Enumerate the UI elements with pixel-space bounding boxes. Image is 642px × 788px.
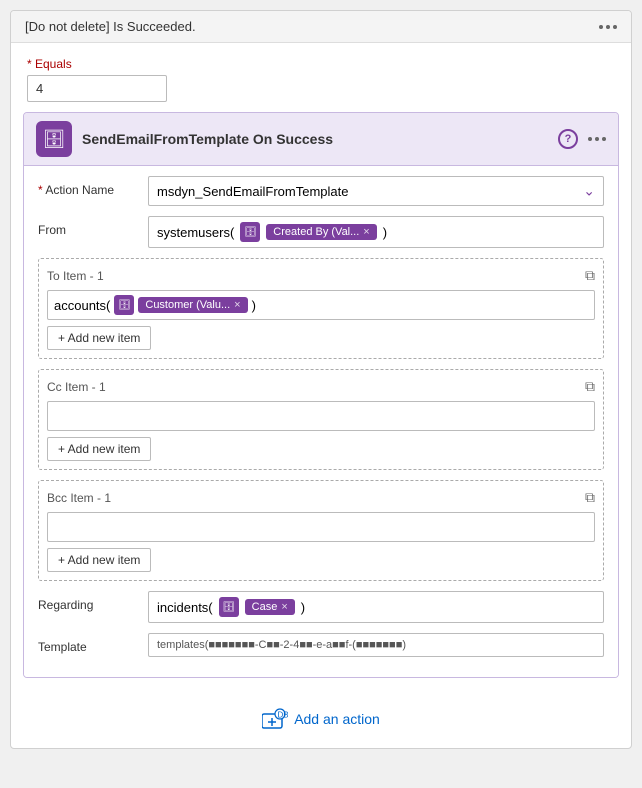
- equals-section: * Equals: [11, 43, 631, 112]
- help-label: ?: [565, 133, 572, 145]
- regarding-row: Regarding incidents( 🗄 Case × ): [38, 591, 604, 623]
- regarding-tag-label: Case: [252, 601, 278, 613]
- action-more-options[interactable]: [588, 137, 606, 141]
- add-action-icon-wrapper: DB: [262, 708, 288, 730]
- to-tag: Customer (Valu... ×: [138, 297, 247, 313]
- header-more-options[interactable]: [599, 25, 617, 29]
- to-item-section: To Item - 1 ⧉ accounts( 🗄 Customer (Valu…: [38, 258, 604, 359]
- header-title: [Do not delete] Is Succeeded.: [25, 19, 196, 34]
- bcc-item-section: Bcc Item - 1 ⧉ + Add new item: [38, 480, 604, 581]
- regarding-tag: Case ×: [245, 599, 295, 615]
- to-add-new-item-button[interactable]: + Add new item: [47, 326, 151, 350]
- to-item-label: To Item - 1: [47, 269, 104, 283]
- svg-text:DB: DB: [278, 711, 289, 720]
- cc-item-input[interactable]: [47, 401, 595, 431]
- to-tag-close[interactable]: ×: [234, 299, 240, 311]
- action-name-dropdown-arrow[interactable]: ⌄: [583, 183, 595, 200]
- to-item-input[interactable]: accounts( 🗄 Customer (Valu... × ): [47, 290, 595, 320]
- template-value: templates(■■■■■■■-C■■-2-4■■-e-a■■f-(■■■■…: [157, 639, 406, 651]
- to-suffix: ): [252, 298, 256, 313]
- cc-copy-icon[interactable]: ⧉: [585, 378, 595, 395]
- bcc-copy-icon[interactable]: ⧉: [585, 489, 595, 506]
- action-body: * Action Name msdyn_SendEmailFromTemplat…: [24, 166, 618, 677]
- to-copy-icon[interactable]: ⧉: [585, 267, 595, 284]
- template-row: Template templates(■■■■■■■-C■■-2-4■■-e-a…: [38, 633, 604, 657]
- action-name-value: msdyn_SendEmailFromTemplate: [157, 184, 348, 199]
- action-name-row: * Action Name msdyn_SendEmailFromTemplat…: [38, 176, 604, 206]
- template-label: Template: [38, 633, 138, 654]
- from-tag-label: Created By (Val...: [273, 226, 359, 238]
- action-card-icon: 🗄: [36, 121, 72, 157]
- action-name-label: * Action Name: [38, 176, 138, 197]
- action-header-icons: ?: [558, 129, 606, 149]
- main-card: [Do not delete] Is Succeeded. * Equals 🗄…: [10, 10, 632, 749]
- database-icon: 🗄: [43, 129, 66, 150]
- from-prefix: systemusers(: [157, 225, 234, 240]
- regarding-prefix: incidents(: [157, 600, 213, 615]
- from-label: From: [38, 216, 138, 237]
- from-tag-close[interactable]: ×: [363, 226, 369, 238]
- add-action-footer: DB Add an action: [11, 690, 631, 748]
- regarding-suffix: ): [301, 600, 305, 615]
- regarding-tag-close[interactable]: ×: [281, 601, 287, 613]
- action-card-title: SendEmailFromTemplate On Success: [82, 131, 548, 147]
- to-tag-label: Customer (Valu...: [145, 299, 230, 311]
- action-name-input[interactable]: msdyn_SendEmailFromTemplate ⌄: [148, 176, 604, 206]
- add-action-svg-icon: DB: [262, 708, 288, 730]
- add-action-button[interactable]: DB Add an action: [262, 708, 380, 730]
- from-row: From systemusers( 🗄 Created By (Val... ×…: [38, 216, 604, 248]
- cc-item-section-header: Cc Item - 1 ⧉: [47, 378, 595, 395]
- from-db-icon: 🗄: [240, 222, 260, 242]
- add-action-label: Add an action: [294, 711, 380, 727]
- equals-label: * Equals: [27, 57, 615, 71]
- header-bar: [Do not delete] Is Succeeded.: [11, 11, 631, 43]
- regarding-input[interactable]: incidents( 🗄 Case × ): [148, 591, 604, 623]
- bcc-item-label: Bcc Item - 1: [47, 491, 111, 505]
- regarding-db-icon: 🗄: [219, 597, 239, 617]
- bcc-item-section-header: Bcc Item - 1 ⧉: [47, 489, 595, 506]
- from-input[interactable]: systemusers( 🗄 Created By (Val... × ): [148, 216, 604, 248]
- equals-input[interactable]: [27, 75, 167, 102]
- cc-item-section: Cc Item - 1 ⧉ + Add new item: [38, 369, 604, 470]
- from-suffix: ): [383, 225, 387, 240]
- bcc-add-new-item-button[interactable]: + Add new item: [47, 548, 151, 572]
- action-header: 🗄 SendEmailFromTemplate On Success ?: [24, 113, 618, 166]
- template-input[interactable]: templates(■■■■■■■-C■■-2-4■■-e-a■■f-(■■■■…: [148, 633, 604, 657]
- action-card: 🗄 SendEmailFromTemplate On Success ? * A…: [23, 112, 619, 678]
- to-db-icon: 🗄: [114, 295, 134, 315]
- to-item-section-header: To Item - 1 ⧉: [47, 267, 595, 284]
- cc-add-new-item-button[interactable]: + Add new item: [47, 437, 151, 461]
- to-prefix: accounts(: [54, 298, 110, 313]
- regarding-label: Regarding: [38, 591, 138, 612]
- from-tag: Created By (Val... ×: [266, 224, 376, 240]
- cc-item-label: Cc Item - 1: [47, 380, 106, 394]
- bcc-item-input[interactable]: [47, 512, 595, 542]
- help-icon[interactable]: ?: [558, 129, 578, 149]
